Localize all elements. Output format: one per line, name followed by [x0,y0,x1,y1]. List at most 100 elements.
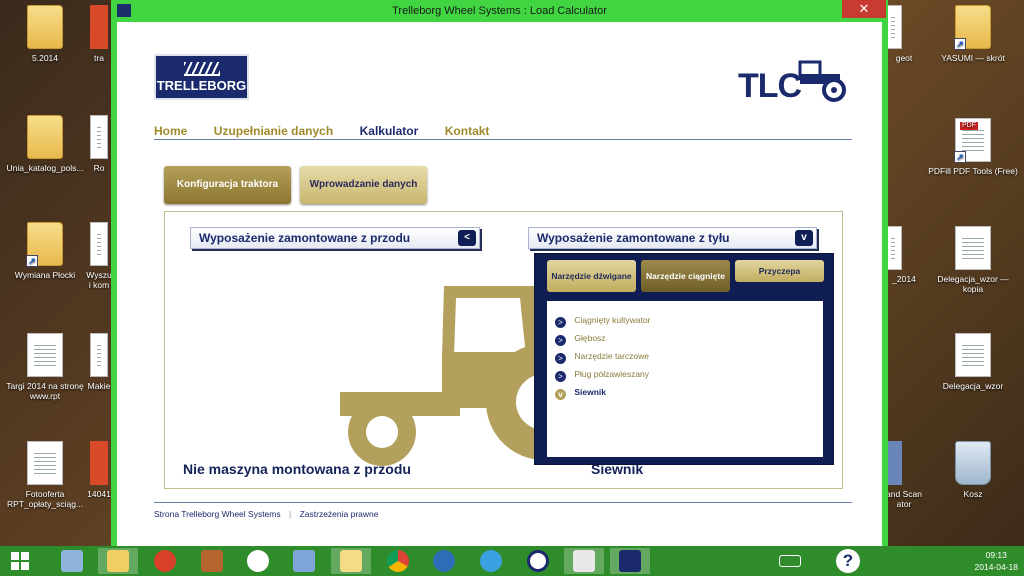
desktop-icon[interactable]: Delegacja_wzor — kopia [928,226,1018,294]
taskbar-chrome[interactable] [378,548,418,574]
nav-home[interactable]: Home [154,124,187,138]
list-item-label: Narzędzie tarczowe [574,351,650,361]
nav-kalkulator[interactable]: Kalkulator [360,124,419,138]
taskbar-folder[interactable] [331,548,371,574]
desktop-icon[interactable]: geot [884,5,924,63]
desktop-icon-label: 5.2014 [32,53,58,63]
document-icon [573,550,595,572]
help-button[interactable]: ? [836,549,860,573]
bullet-arrow-icon: > [555,317,566,328]
desktop-icon[interactable]: Targi 2014 na stronę www.rpt [0,333,90,401]
recycle-bin-icon [955,441,991,485]
keyboard-icon [779,555,801,567]
chrome-icon [387,550,409,572]
taskbar-ie[interactable] [471,548,511,574]
taskbar-keyboard[interactable] [770,548,810,574]
tab-konfiguracja-traktora[interactable]: Konfiguracja traktora [164,166,291,204]
taskbar-hp[interactable] [238,548,278,574]
desktop-icon[interactable]: Makie [85,333,113,391]
logo-text: TRELLEBORG [156,78,247,93]
list-item-selected[interactable]: v Siewnik [555,385,606,400]
equipment-list: > Ciągnięty kultywator > Głębosz > Narzę… [547,301,823,457]
rear-equipment-select[interactable]: Wyposażenie zamontowane z tyłu v [528,227,817,249]
pdfill-icon: PDF ↗ [954,118,991,163]
rear-equipment-label: Wyposażenie zamontowane z tyłu [537,231,730,245]
tool-button-mounted[interactable]: Narzędzie dźwigane [547,260,636,292]
thunderbird-icon [433,550,455,572]
start-button[interactable] [0,548,40,574]
desktop-icon-label: Kosz [963,489,983,499]
front-equipment-select[interactable]: Wyposażenie zamontowane z przodu < [190,227,480,249]
nav-uzupelnianie-danych[interactable]: Uzupełnianie danych [214,124,333,138]
calculator-icon [61,550,83,572]
desktop-icon[interactable]: PDF ↗ PDFill PDF Tools (Free) [928,118,1018,176]
spreadsheet-icon [27,441,63,485]
front-equipment-label: Wyposażenie zamontowane z przodu [199,231,411,245]
desktop-icon[interactable]: Kosz [928,441,1018,499]
folder-icon [27,115,63,159]
taskbar-network[interactable] [284,548,324,574]
app-icon [90,441,108,485]
desktop-icon[interactable]: Delegacja_wzor [928,333,1018,391]
footer-link-legal[interactable]: Zastrzeżenia prawne [300,509,379,519]
tool-button-trailer[interactable]: Przyczepa [735,260,824,282]
trelleborg-mark-icon [183,62,220,76]
chevron-left-icon[interactable]: < [458,230,476,246]
bullet-arrow-icon: > [555,353,566,364]
system-clock[interactable]: 09:13 2014-04-18 [975,549,1018,573]
desktop-icon[interactable]: ↗ YASUMI — skrót [928,5,1018,63]
trelleborg-logo[interactable]: TRELLEBORG [154,54,249,100]
bullet-arrow-icon: > [555,371,566,382]
desktop-icon-label: Makie [87,381,111,391]
document-icon [90,222,108,266]
desktop-icon-label: YASUMI — skrót [941,53,1005,63]
footer-separator: | [288,509,292,519]
document-icon [90,115,108,159]
list-item[interactable]: > Ciągnięty kultywator [555,313,650,328]
desktop-icon[interactable]: 14041 [85,441,113,499]
desktop-icon[interactable]: Unia_katalog_pols... [0,115,90,173]
tab-wprowadzanie-danych[interactable]: Wprowadzanie danych [300,166,427,204]
title-bar[interactable]: Trelleborg Wheel Systems : Load Calculat… [111,0,888,22]
tlc-app-icon [619,550,641,572]
network-icon [293,550,315,572]
taskbar-tlc[interactable] [610,548,650,574]
document-icon [955,333,991,377]
close-button[interactable]: ✕ [842,0,886,18]
desktop-icon-label: Wymiana Płocki [14,270,76,280]
desktop-icon[interactable]: Fotooferta RPT_opłaty_sciąg... [0,441,90,509]
chevron-down-icon[interactable]: v [795,230,813,246]
taskbar-tools[interactable] [192,548,232,574]
desktop-icon[interactable]: Wyszu i kom [85,222,113,290]
desktop-icon[interactable]: Ro [85,115,113,173]
desktop-icon-label: geot [895,53,913,63]
list-item[interactable]: > Narzędzie tarczowe [555,349,650,364]
nav-kontakt[interactable]: Kontakt [445,124,490,138]
bullet-arrow-icon: > [555,335,566,346]
list-item[interactable]: > Pług półzawieszany [555,367,649,382]
main-nav: Home Uzupełnianie danych Kalkulator Kont… [154,122,852,140]
taskbar-thunderbird[interactable] [424,548,464,574]
taskbar-calculator[interactable] [52,548,92,574]
desktop-icon-label: Fotooferta RPT_opłaty_sciąg... [6,489,84,510]
footer-link-trelleborg[interactable]: Strona Trelleborg Wheel Systems [154,509,281,519]
desktop-icon-label: _2014 [892,274,916,284]
taskbar-document[interactable] [564,548,604,574]
app-content: TRELLEBORG TLC Home Uzupełnianie danych … [117,22,882,546]
shortcut-arrow-icon: ↗ [26,255,38,267]
desktop-icon[interactable]: 5.2014 [0,5,90,63]
tlc-logo: TLC [738,56,848,106]
desktop-icon[interactable]: _2014 [884,226,924,284]
taskbar-power[interactable] [145,548,185,574]
shortcut-arrow-icon: ↗ [954,151,966,163]
desktop-icon[interactable]: tra [85,5,113,63]
tools-icon [201,550,223,572]
tool-button-trailed[interactable]: Narzędzie ciągnięte [641,260,730,292]
desktop-icon[interactable]: and Scan ator [884,441,924,509]
taskbar-file-explorer[interactable] [98,548,138,574]
desktop-icon-label: Delegacja_wzor [942,381,1004,391]
desktop-icon[interactable]: ↗ Wymiana Płocki [0,222,90,280]
taskbar-app[interactable] [518,548,558,574]
document-icon [90,333,108,377]
list-item[interactable]: > Głębosz [555,331,606,346]
